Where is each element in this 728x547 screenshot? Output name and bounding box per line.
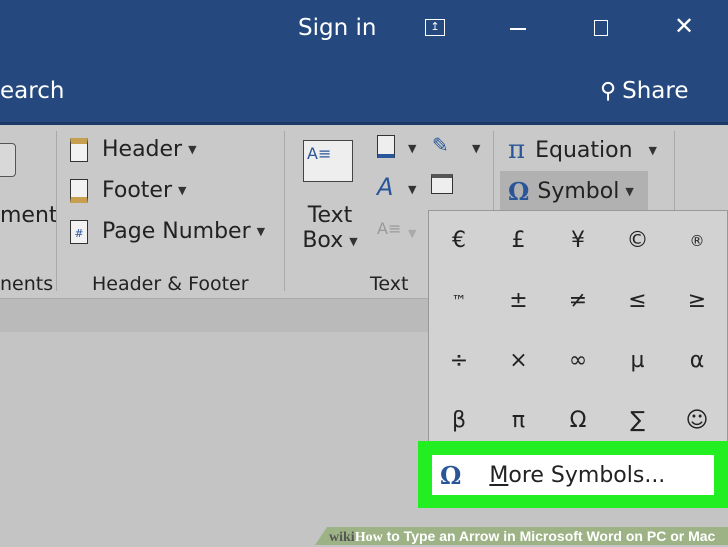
symbol-item[interactable]: µ <box>613 336 663 386</box>
signature-line-icon[interactable]: ✎ <box>432 133 449 157</box>
ribbon-display-options-icon[interactable]: ↥ <box>425 19 445 36</box>
symbol-item[interactable]: € <box>434 216 484 266</box>
symbol-item[interactable]: ± <box>494 276 544 326</box>
title-bar: Sign in ↥ ✕ earch ⚲ Share <box>0 0 728 122</box>
symbol-item[interactable]: α <box>672 336 722 386</box>
symbol-item[interactable]: ∞ <box>553 336 603 386</box>
header-icon <box>70 137 88 162</box>
omega-icon: Ω <box>508 176 530 206</box>
footer-icon <box>70 178 88 203</box>
pi-icon: π <box>508 135 526 165</box>
omega-icon: Ω <box>440 460 462 490</box>
symbol-item[interactable]: ≥ <box>672 276 722 326</box>
symbol-item[interactable]: ☺ <box>672 396 722 446</box>
drop-cap-icon: A≡ <box>377 219 402 238</box>
footer-button[interactable]: Footer ▼ <box>70 178 186 203</box>
comment-button[interactable]: ment <box>0 203 58 228</box>
symbol-item[interactable]: ¥ <box>553 216 603 266</box>
share-button[interactable]: ⚲ Share <box>600 78 689 104</box>
chevron-down-icon: ▼ <box>625 184 634 198</box>
chevron-down-icon: ▼ <box>648 143 657 157</box>
symbol-item[interactable]: Ω <box>553 396 603 446</box>
person-add-icon: ⚲ <box>600 78 617 104</box>
symbol-item[interactable]: π <box>494 396 544 446</box>
symbol-item[interactable]: ∑ <box>613 396 663 446</box>
symbol-item[interactable]: ÷ <box>434 336 484 386</box>
wikihow-caption: wikiHow to Type an Arrow in Microsoft Wo… <box>315 527 728 545</box>
chevron-down-icon: ▼ <box>178 184 187 197</box>
symbol-item[interactable]: ≠ <box>553 276 603 326</box>
header-footer-group-label: Header & Footer <box>92 273 249 295</box>
quick-parts-icon[interactable] <box>377 135 395 158</box>
chevron-down-icon: ▼ <box>256 225 266 238</box>
symbol-dropdown: € £ ¥ © ® ™ ± ≠ ≤ ≥ ÷ × ∞ µ α β π Ω ∑ ☺ <box>428 210 728 450</box>
symbol-item[interactable]: β <box>434 396 484 446</box>
text-group-label: Text <box>370 273 409 295</box>
symbol-item[interactable]: ® <box>672 216 722 266</box>
wordart-icon[interactable]: A <box>377 173 393 201</box>
comments-group-label: nents <box>0 273 54 295</box>
equation-button[interactable]: π Equation ▼ <box>508 135 657 165</box>
symbol-item[interactable]: ™ <box>434 276 484 326</box>
close-icon[interactable]: ✕ <box>674 12 694 40</box>
symbol-button[interactable]: Ω Symbol ▼ <box>500 171 648 211</box>
symbol-item[interactable]: ≤ <box>613 276 663 326</box>
restore-icon[interactable] <box>594 20 608 36</box>
comment-icon <box>0 143 16 177</box>
chevron-down-icon: ▼ <box>188 143 197 156</box>
tell-me-search[interactable]: earch <box>0 78 64 104</box>
text-box-icon: A≡ <box>303 140 353 182</box>
page-number-icon: # <box>70 219 88 244</box>
chevron-down-icon: ▼ <box>349 234 358 248</box>
sign-in-link[interactable]: Sign in <box>298 15 376 41</box>
text-box-button[interactable]: Text Box ▼ <box>300 203 360 253</box>
symbol-item[interactable]: £ <box>494 216 544 266</box>
date-time-icon[interactable] <box>431 174 453 194</box>
page-number-button[interactable]: # Page Number ▼ <box>70 219 265 244</box>
header-button[interactable]: Header ▼ <box>70 137 197 162</box>
symbol-item[interactable]: © <box>613 216 663 266</box>
more-symbols-button[interactable]: Ω More Symbols... <box>432 455 714 495</box>
symbol-item[interactable]: × <box>494 336 544 386</box>
minimize-icon[interactable] <box>510 28 526 30</box>
